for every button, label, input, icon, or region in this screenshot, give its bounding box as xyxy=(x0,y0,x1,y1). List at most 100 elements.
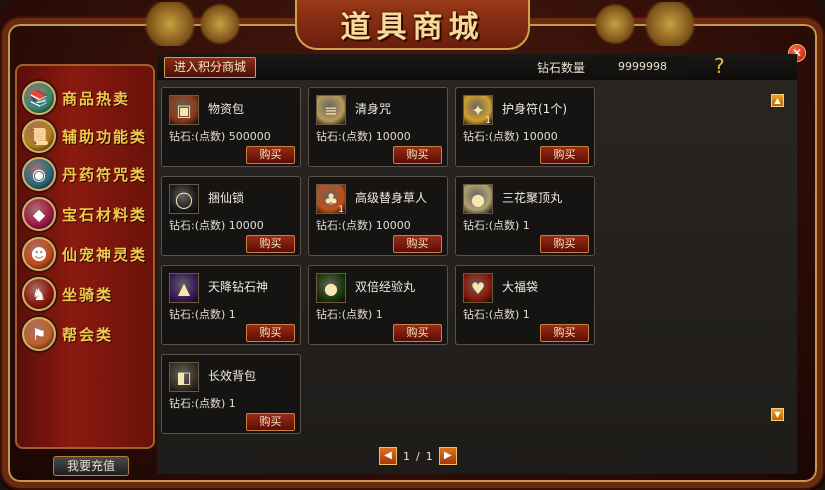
category-label: 丹药符咒类 xyxy=(62,165,148,184)
category-label: 帮会类 xyxy=(62,325,114,344)
item-card: ● 三花聚顶丸 钻石:(点数) 1 购买 xyxy=(455,176,595,256)
item-price: 钻石:(点数) 10000 xyxy=(169,219,264,232)
item-card: ◧ 长效背包钻石:(点数) 1 购买 xyxy=(161,354,301,434)
item-name: 护身符(1个) xyxy=(502,102,567,116)
item-name: 清身咒 xyxy=(355,102,392,116)
green-pill-icon[interactable]: ● xyxy=(316,273,346,303)
item-price: 钻石:(点数) 10000 xyxy=(316,219,411,232)
pet-icon: ☻ xyxy=(22,237,56,271)
purple-gem-icon[interactable]: ▲ xyxy=(169,273,199,303)
next-page-button[interactable]: ▶ xyxy=(438,447,457,465)
buy-button[interactable]: 购买 xyxy=(540,324,589,342)
recharge-button[interactable]: 我要充值 xyxy=(53,456,129,476)
pagination: ◀ 1 / 1 ▶ xyxy=(379,447,457,465)
total-pages: 1 xyxy=(425,449,433,463)
item-glyph: ♥ xyxy=(470,278,486,298)
item-price: 钻石:(点数) 10000 xyxy=(316,130,411,143)
straw-doll-icon[interactable]: ♣ 1 xyxy=(316,184,346,215)
page-separator: / xyxy=(416,449,420,463)
current-page: 1 xyxy=(403,449,410,463)
item-card: ▲ 天降钻石神钻石:(点数) 1 购买 xyxy=(161,265,301,345)
pill-icon[interactable]: ● xyxy=(463,184,493,214)
points-mall-button[interactable]: 进入积分商城 xyxy=(164,57,256,78)
coin-ornament-right xyxy=(595,2,635,46)
scroll-up-icon[interactable]: ▲ xyxy=(771,94,784,107)
item-glyph: ◯ xyxy=(175,189,193,209)
top-bar: 进入积分商城 钻石数量 9999998 ? xyxy=(157,54,797,80)
buy-button[interactable]: 购买 xyxy=(393,324,442,342)
item-card: ◯ 捆仙锁钻石:(点数) 10000 购买 xyxy=(161,176,301,256)
category-books[interactable]: 📚 商品热卖 xyxy=(22,80,152,116)
item-price: 钻石:(点数) 500000 xyxy=(169,130,271,143)
item-price: 钻石:(点数) 1 xyxy=(169,308,236,321)
item-glyph: ≡ xyxy=(324,100,338,120)
buy-button[interactable]: 购买 xyxy=(540,146,589,164)
category-gem[interactable]: ◆ 宝石材料类 xyxy=(22,196,152,232)
item-name: 物资包 xyxy=(208,102,245,116)
buy-button[interactable]: 购买 xyxy=(246,235,295,253)
item-price: 钻石:(点数) 1 xyxy=(463,219,530,232)
buy-button[interactable]: 购买 xyxy=(393,146,442,164)
item-name: 长效背包 xyxy=(208,369,257,383)
item-card: ✦ 1 护身符(1个) 钻石:(点数) 10000 购买 xyxy=(455,87,595,167)
item-card: ≡ 清身咒钻石:(点数) 10000 购买 xyxy=(308,87,448,167)
scroll-down-icon[interactable]: ▼ xyxy=(771,408,784,421)
item-glyph: ▲ xyxy=(177,278,191,298)
item-price: 钻石:(点数) 1 xyxy=(316,308,383,321)
category-mount[interactable]: ♞ 坐骑类 xyxy=(22,276,152,312)
category-orb[interactable]: ◉ 丹药符咒类 xyxy=(22,156,152,192)
item-card: ♣ 1 高级替身草人钻石:(点数) 10000 购买 xyxy=(308,176,448,256)
item-price: 钻石:(点数) 1 xyxy=(169,397,236,410)
item-name: 天降钻石神 xyxy=(208,280,269,294)
item-price: 钻石:(点数) 10000 xyxy=(463,130,558,143)
orb-icon: ◉ xyxy=(22,157,56,191)
item-name: 双倍经验丸 xyxy=(355,280,416,294)
scroll-icon: 📜 xyxy=(22,119,56,153)
dragon-ornament-right xyxy=(640,2,700,46)
dragon-ornament-left xyxy=(140,2,200,46)
category-guild[interactable]: ⚑ 帮会类 xyxy=(22,316,152,352)
lucky-bag-icon[interactable]: ♥ xyxy=(463,273,493,303)
scroll-icon[interactable]: ≡ xyxy=(316,95,346,125)
category-label: 仙宠神灵类 xyxy=(62,245,148,264)
category-pet[interactable]: ☻ 仙宠神灵类 xyxy=(22,236,152,272)
help-icon[interactable]: ? xyxy=(714,54,725,78)
window-title: 道具商城 xyxy=(340,10,485,45)
buy-button[interactable]: 购买 xyxy=(246,413,295,431)
talisman-icon[interactable]: ✦ 1 xyxy=(463,95,493,126)
buy-button[interactable]: 购买 xyxy=(393,235,442,253)
item-glyph: ● xyxy=(471,189,485,209)
item-card: ● 双倍经验丸钻石:(点数) 1 购买 xyxy=(308,265,448,345)
books-icon: 📚 xyxy=(22,81,56,115)
shop-window: 道具商城 ✕ 📚 商品热卖 📜 辅助功能类 ◉ 丹药符咒类 ◆ 宝石材料类 ☻ 仙宠神灵类 ♞ 坐骑类… xyxy=(0,0,825,490)
category-label: 宝石材料类 xyxy=(62,205,148,224)
quantity-badge: 1 xyxy=(338,205,344,215)
backpack-icon[interactable]: ◧ xyxy=(169,362,199,392)
guild-icon: ⚑ xyxy=(22,317,56,351)
category-label: 辅助功能类 xyxy=(62,127,148,146)
lock-icon[interactable]: ◯ xyxy=(169,184,199,214)
prev-page-button[interactable]: ◀ xyxy=(379,447,397,465)
item-panel: 进入积分商城 钻石数量 9999998 ? ▣ 物资包钻石:(点数) 500000… xyxy=(157,54,797,474)
diamond-count-value: 9999998 xyxy=(592,57,687,76)
item-glyph: ▣ xyxy=(176,100,192,120)
item-name: 捆仙锁 xyxy=(208,191,245,205)
item-name: 大福袋 xyxy=(502,280,539,294)
treasure-chest-icon[interactable]: ▣ xyxy=(169,95,199,125)
item-price: 钻石:(点数) 1 xyxy=(463,308,530,321)
category-label: 坐骑类 xyxy=(62,285,114,304)
title-banner: 道具商城 xyxy=(295,0,530,50)
chest-ornament-left xyxy=(200,2,240,46)
buy-button[interactable]: 购买 xyxy=(540,235,589,253)
buy-button[interactable]: 购买 xyxy=(246,324,295,342)
category-scroll[interactable]: 📜 辅助功能类 xyxy=(22,118,152,154)
gem-icon: ◆ xyxy=(22,197,56,231)
item-glyph: ◧ xyxy=(176,367,192,387)
mount-icon: ♞ xyxy=(22,277,56,311)
item-glyph: ● xyxy=(324,278,338,298)
item-glyph: ♣ xyxy=(323,189,339,209)
diamond-count-label: 钻石数量 xyxy=(537,61,586,75)
item-card: ▣ 物资包钻石:(点数) 500000 购买 xyxy=(161,87,301,167)
item-name: 高级替身草人 xyxy=(355,191,428,205)
buy-button[interactable]: 购买 xyxy=(246,146,295,164)
